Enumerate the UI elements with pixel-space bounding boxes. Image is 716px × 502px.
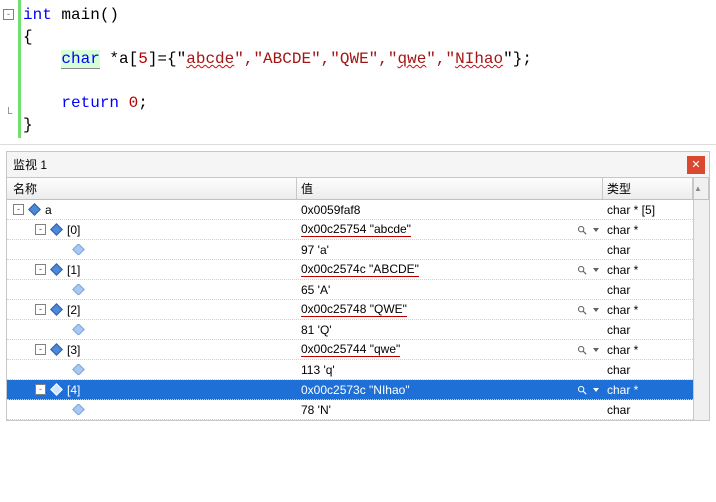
magnifier-icon[interactable] bbox=[577, 384, 589, 396]
watch-panel: 监视 1 ✕ 名称 值 类型 ▲ -a0x0059faf8char * [5]-… bbox=[6, 151, 710, 421]
expand-toggle[interactable]: - bbox=[35, 224, 46, 235]
table-row[interactable]: 78 'N' char bbox=[7, 400, 693, 420]
variable-icon bbox=[72, 364, 85, 375]
table-row[interactable]: - a 0x0059faf8 char * [5] bbox=[7, 200, 693, 220]
var-type: char bbox=[603, 403, 693, 417]
expand-toggle bbox=[57, 324, 68, 335]
code-editor: - └ int main() { char *a[5]={"abcde","AB… bbox=[0, 0, 716, 145]
var-value: 65 'A' bbox=[301, 283, 330, 297]
expand-toggle[interactable]: - bbox=[35, 344, 46, 355]
dropdown-icon[interactable] bbox=[593, 308, 599, 312]
var-type: char bbox=[603, 323, 693, 337]
var-value: 113 'q' bbox=[301, 363, 335, 377]
table-row[interactable]: - [2] 0x00c25748 "QWE" char * bbox=[7, 300, 693, 320]
variable-icon bbox=[50, 223, 63, 236]
magnifier-icon[interactable] bbox=[577, 224, 589, 236]
expand-toggle[interactable]: - bbox=[35, 304, 46, 315]
var-name: [2] bbox=[67, 303, 80, 317]
kw-char: char bbox=[61, 50, 99, 69]
var-type: char bbox=[603, 243, 693, 257]
expand-toggle bbox=[57, 404, 68, 415]
var-value: 0x00c2573c "NIhao" bbox=[301, 383, 410, 397]
var-name: [1] bbox=[67, 263, 80, 277]
variable-icon bbox=[72, 324, 85, 335]
expand-toggle bbox=[57, 284, 68, 295]
scrollbar[interactable] bbox=[693, 200, 709, 420]
expand-toggle bbox=[57, 364, 68, 375]
close-icon[interactable]: ✕ bbox=[687, 156, 705, 174]
table-row[interactable]: 65 'A' char bbox=[7, 280, 693, 300]
var-type: char * bbox=[603, 223, 693, 237]
kw-int: int bbox=[23, 6, 52, 24]
expand-toggle bbox=[57, 244, 68, 255]
panel-titlebar: 监视 1 ✕ bbox=[7, 152, 709, 178]
panel-title-text: 监视 1 bbox=[13, 156, 687, 173]
header-type[interactable]: 类型 bbox=[603, 178, 693, 199]
table-row[interactable]: - [1] 0x00c2574c "ABCDE" char * bbox=[7, 260, 693, 280]
var-type: char bbox=[603, 283, 693, 297]
var-value: 81 'Q' bbox=[301, 323, 332, 337]
header-name[interactable]: 名称 bbox=[7, 178, 297, 199]
table-row[interactable]: 81 'Q' char bbox=[7, 320, 693, 340]
var-type: char * bbox=[603, 263, 693, 277]
variable-icon bbox=[72, 284, 85, 295]
fold-gutter: - └ bbox=[0, 0, 18, 138]
variable-icon bbox=[72, 404, 85, 415]
table-row[interactable]: - [3] 0x00c25744 "qwe" char * bbox=[7, 340, 693, 360]
magnifier-icon[interactable] bbox=[577, 264, 589, 276]
var-value: 0x00c25754 "abcde" bbox=[301, 222, 411, 237]
expand-toggle[interactable]: - bbox=[13, 204, 24, 215]
variable-icon bbox=[50, 383, 63, 396]
var-name: a bbox=[45, 203, 52, 217]
table-row[interactable]: 113 'q' char bbox=[7, 360, 693, 380]
var-name: [3] bbox=[67, 343, 80, 357]
var-value: 78 'N' bbox=[301, 403, 331, 417]
var-type: char * bbox=[603, 303, 693, 317]
dropdown-icon[interactable] bbox=[593, 388, 599, 392]
table-row[interactable]: - [0] 0x00c25754 "abcde" char * bbox=[7, 220, 693, 240]
dropdown-icon[interactable] bbox=[593, 348, 599, 352]
var-value: 0x00c2574c "ABCDE" bbox=[301, 262, 419, 277]
dropdown-icon[interactable] bbox=[593, 228, 599, 232]
var-value: 0x0059faf8 bbox=[301, 203, 360, 217]
fold-end: └ bbox=[3, 108, 14, 120]
dropdown-icon[interactable] bbox=[593, 268, 599, 272]
var-value: 0x00c25744 "qwe" bbox=[301, 342, 400, 357]
var-value: 0x00c25748 "QWE" bbox=[301, 302, 407, 317]
variable-icon bbox=[50, 343, 63, 356]
var-name: [0] bbox=[67, 223, 80, 237]
variable-icon bbox=[28, 203, 41, 216]
table-row[interactable]: 97 'a' char bbox=[7, 240, 693, 260]
var-type: char * bbox=[603, 383, 693, 397]
magnifier-icon[interactable] bbox=[577, 344, 589, 356]
header-value[interactable]: 值 bbox=[297, 178, 603, 199]
grid-header: 名称 值 类型 ▲ bbox=[7, 178, 709, 200]
magnifier-icon[interactable] bbox=[577, 304, 589, 316]
var-name: [4] bbox=[67, 383, 80, 397]
var-type: char bbox=[603, 363, 693, 377]
var-type: char * bbox=[603, 343, 693, 357]
fold-toggle[interactable]: - bbox=[3, 9, 14, 20]
expand-toggle[interactable]: - bbox=[35, 384, 46, 395]
expand-toggle[interactable]: - bbox=[35, 264, 46, 275]
scroll-up-icon[interactable]: ▲ bbox=[693, 178, 709, 199]
code-text[interactable]: int main() { char *a[5]={"abcde","ABCDE"… bbox=[18, 0, 716, 138]
table-row[interactable]: - [4] 0x00c2573c "NIhao" char * bbox=[7, 380, 693, 400]
variable-icon bbox=[72, 244, 85, 255]
variable-icon bbox=[50, 303, 63, 316]
grid-rows: - a 0x0059faf8 char * [5] - [0] 0x00c25754 "ab… bbox=[7, 200, 693, 420]
var-value: 97 'a' bbox=[301, 243, 329, 257]
variable-icon bbox=[50, 263, 63, 276]
kw-return: return bbox=[61, 94, 119, 112]
var-type: char * [5] bbox=[603, 203, 693, 217]
